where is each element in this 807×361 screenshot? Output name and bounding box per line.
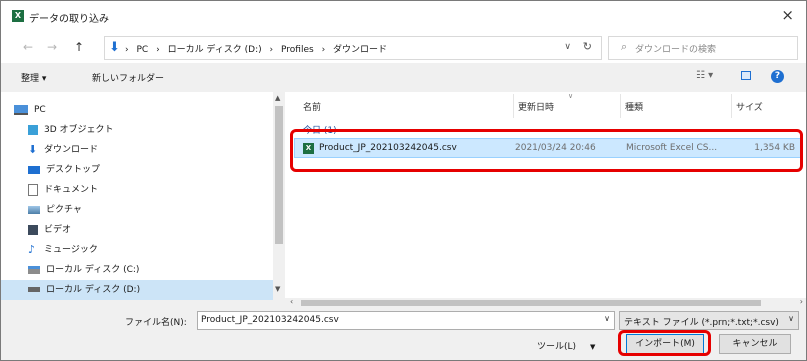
address-dropdown-button[interactable]: ∨ [564,42,571,52]
sidebar-item-label: 3D オブジェクト [44,125,114,135]
breadcrumb: › PC › ローカル ディスク (D:) › Profiles › ダウンロー… [125,42,392,55]
video-icon [28,224,38,235]
document-icon [28,183,38,196]
column-header-size[interactable]: サイズ [736,100,763,113]
file-list: 名前 更新日時 ∨ 種類 サイズ 今日 (1) X Product_JP_202… [287,92,806,298]
picture-icon [28,205,40,214]
sidebar-item-3d-objects[interactable]: 3D オブジェクト [28,120,296,140]
scroll-left-icon[interactable]: ‹ [290,297,293,306]
sidebar-item-desktop[interactable]: デスクトップ [28,160,296,180]
sidebar-item-downloads[interactable]: ⬇ ダウンロード [28,140,296,160]
search-icon: ⌕ [621,40,628,53]
scroll-right-icon[interactable]: › [800,297,803,306]
navigation-bar: ← → ↑ ⬇ › PC › ローカル ディスク (D:) › Profiles… [1,31,806,63]
sidebar-item-pc[interactable]: PC [14,100,282,120]
download-arrow-icon: ⬇ [28,142,38,156]
search-placeholder: ダウンロードの検索 [635,45,717,55]
sidebar-item-label: ドキュメント [44,185,99,195]
close-button[interactable]: × [781,6,794,24]
breadcrumb-separator: › [269,45,274,55]
navigation-pane-scrollbar[interactable]: ▲ ▼ [273,92,285,298]
music-note-icon: ♪ [28,242,36,256]
breadcrumb-downloads[interactable]: ダウンロード [333,45,387,55]
sidebar-item-documents[interactable]: ドキュメント [28,180,296,200]
scroll-down-icon[interactable]: ▼ [275,285,280,293]
sidebar-item-label: ローカル ディスク (D:) [46,285,141,295]
breadcrumb-separator: › [125,45,129,55]
file-type-select[interactable]: テキスト ファイル (*.prn;*.txt;*.csv) ∨ [619,311,799,330]
sidebar-item-videos[interactable]: ビデオ [28,220,296,240]
import-data-dialog: X データの取り込み × ← → ↑ ⬇ › PC › ローカル ディスク (D… [0,0,807,361]
forward-button[interactable]: → [47,40,57,54]
organize-menu[interactable]: 整理 ▾ [21,71,46,84]
sidebar-item-local-disk-c[interactable]: ローカル ディスク (C:) [28,260,296,280]
file-row-highlight [290,129,803,172]
new-folder-button[interactable]: 新しいフォルダー [92,71,164,84]
scroll-up-icon[interactable]: ▲ [275,94,280,102]
drive-icon [28,287,40,292]
column-divider[interactable] [731,94,732,118]
sidebar-item-local-disk-d[interactable]: ローカル ディスク (D:) [1,280,273,300]
sidebar-item-pictures[interactable]: ピクチャ [28,200,296,220]
up-button[interactable]: ↑ [74,40,84,54]
drive-icon [28,265,40,274]
back-button[interactable]: ← [23,40,33,54]
sidebar-item-label: デスクトップ [46,165,101,175]
download-folder-icon: ⬇ [109,40,120,55]
title-bar: X データの取り込み × [1,1,806,31]
column-header-type[interactable]: 種類 [625,100,643,113]
column-header-name[interactable]: 名前 [303,100,321,113]
refresh-button[interactable]: ↻ [583,40,592,53]
sidebar-item-label: ミュージック [44,245,98,255]
desktop-icon [28,165,40,174]
address-bar[interactable]: ⬇ › PC › ローカル ディスク (D:) › Profiles › ダウン… [104,36,602,60]
breadcrumb-local-disk-d[interactable]: ローカル ディスク (D:) [168,45,262,55]
search-input[interactable]: ⌕ ダウンロードの検索 [608,36,798,60]
scrollbar-thumb[interactable] [275,106,283,244]
sidebar-item-label: PC [34,105,46,115]
import-button-highlight [618,330,711,356]
preview-pane-icon[interactable] [741,71,751,80]
sidebar-item-label: ローカル ディスク (C:) [46,265,140,275]
dropdown-triangle-icon: ▼ [590,343,596,351]
breadcrumb-profiles[interactable]: Profiles [281,45,314,55]
file-type-value: テキスト ファイル (*.prn;*.txt;*.csv) [624,318,779,328]
filename-field[interactable]: Product_JP_202103242045.csv ∨ [197,311,615,330]
breadcrumb-separator: › [321,45,326,55]
tools-menu[interactable]: ツール(L) ▼ [537,339,595,352]
column-divider[interactable] [620,94,621,118]
sidebar-item-music[interactable]: ♪ ミュージック [28,240,296,260]
chevron-down-icon[interactable]: ∨ [604,314,610,323]
cube-icon [28,124,38,135]
tools-label: ツール(L) [537,342,577,352]
sidebar-item-label: ダウンロード [44,145,99,155]
excel-app-icon: X [12,10,24,22]
file-list-horizontal-scrollbar[interactable]: ‹ › [287,297,806,308]
navigation-pane: PC 3D オブジェクト ⬇ ダウンロード デスクトップ ドキュメント ピクチャ … [1,92,287,300]
column-header-date[interactable]: 更新日時 [518,100,554,113]
help-icon[interactable]: ? [771,70,784,83]
view-options-button[interactable]: ☷ ▾ [696,70,713,81]
cancel-button[interactable]: キャンセル [719,334,791,354]
window-title: データの取り込み [29,14,109,25]
sort-chevron-icon: ∨ [568,92,574,100]
scrollbar-thumb[interactable] [301,300,761,306]
column-divider[interactable] [513,94,514,118]
command-bar: 整理 ▾ 新しいフォルダー ☷ ▾ ? [1,63,806,92]
sidebar-item-label: ピクチャ [46,205,82,215]
sidebar-item-label: ビデオ [44,225,72,235]
breadcrumb-separator: › [156,45,160,55]
filename-label: ファイル名(N): [125,318,187,328]
pc-icon [14,104,28,115]
chevron-down-icon: ∨ [788,314,794,323]
filename-value: Product_JP_202103242045.csv [201,315,339,325]
breadcrumb-pc[interactable]: PC [136,45,148,55]
